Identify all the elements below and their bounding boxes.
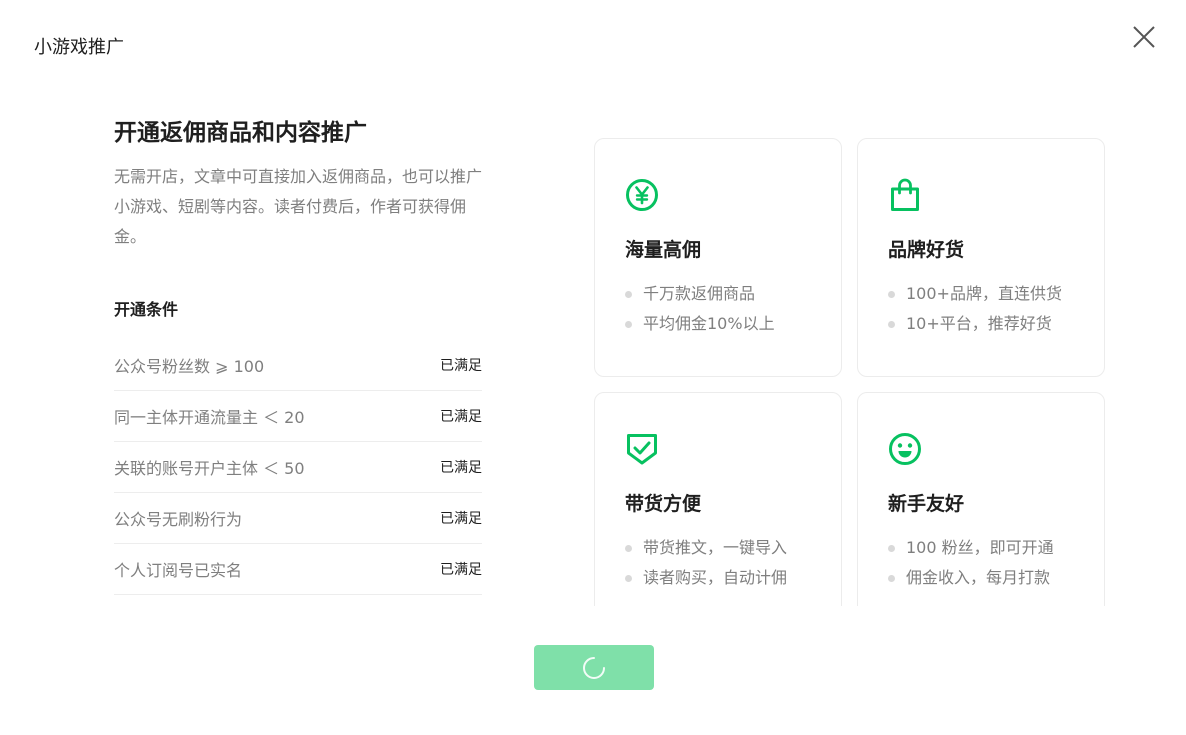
condition-row: 关联的账号开户主体 ＜ 50 已满足 xyxy=(114,442,482,493)
condition-row: 个人订阅号已实名 已满足 xyxy=(114,544,482,595)
condition-label: 同一主体开通流量主 ＜ 20 xyxy=(114,408,305,427)
feature-title: 品牌好货 xyxy=(888,239,965,261)
feature-point: 带货推文，一键导入 xyxy=(625,533,787,563)
condition-label: 个人订阅号已实名 xyxy=(114,561,243,580)
feature-card-high-commission: 海量高佣 千万款返佣商品 平均佣金10%以上 xyxy=(594,138,842,377)
feature-point: 100+品牌，直连供货 xyxy=(888,279,1062,309)
feature-card-easy-selling: 带货方便 带货推文，一键导入 读者购买，自动计佣 xyxy=(594,392,842,606)
condition-label: 公众号无刷粉行为 xyxy=(114,510,243,529)
condition-status: 已满足 xyxy=(440,409,482,425)
feature-points: 100 粉丝，即可开通 佣金收入，每月打款 xyxy=(888,533,1054,593)
condition-row: 同一主体开通流量主 ＜ 20 已满足 xyxy=(114,391,482,442)
condition-status: 已满足 xyxy=(440,511,482,527)
feature-point: 100 粉丝，即可开通 xyxy=(888,533,1054,563)
intro-panel: 开通返佣商品和内容推广 无需开店，文章中可直接加入返佣商品，也可以推广小游戏、短… xyxy=(114,116,482,595)
submit-button[interactable] xyxy=(534,645,654,690)
feature-point: 佣金收入，每月打款 xyxy=(888,563,1054,593)
dialog-title: 小游戏推广 xyxy=(34,37,124,58)
close-button[interactable] xyxy=(1130,23,1158,51)
condition-row: 公众号粉丝数 ⩾ 100 已满足 xyxy=(114,340,482,391)
close-icon xyxy=(1133,26,1155,48)
shopping-bag-icon xyxy=(891,178,919,211)
conditions-list: 公众号粉丝数 ⩾ 100 已满足 同一主体开通流量主 ＜ 20 已满足 关联的账… xyxy=(114,340,482,595)
condition-label: 公众号粉丝数 ⩾ 100 xyxy=(114,357,265,376)
feature-cards[interactable]: 海量高佣 千万款返佣商品 平均佣金10%以上 品牌好货 100+品牌，直连供货 … xyxy=(594,138,1106,606)
intro-description: 无需开店，文章中可直接加入返佣商品，也可以推广小游戏、短剧等内容。读者付费后，作… xyxy=(114,167,483,246)
feature-points: 千万款返佣商品 平均佣金10%以上 xyxy=(625,279,775,339)
feature-points: 带货推文，一键导入 读者购买，自动计佣 xyxy=(625,533,787,593)
condition-label: 关联的账号开户主体 ＜ 50 xyxy=(114,459,305,478)
feature-title: 新手友好 xyxy=(888,493,965,515)
condition-status: 已满足 xyxy=(440,358,482,374)
shield-check-icon xyxy=(627,434,657,465)
conditions-title: 开通条件 xyxy=(114,300,179,319)
feature-point: 平均佣金10%以上 xyxy=(625,309,775,339)
yuan-coin-icon xyxy=(626,179,658,211)
condition-status: 已满足 xyxy=(440,460,482,476)
feature-point: 读者购买，自动计佣 xyxy=(625,563,787,593)
intro-headline: 开通返佣商品和内容推广 xyxy=(114,120,367,146)
feature-title: 带货方便 xyxy=(625,493,702,515)
feature-point: 千万款返佣商品 xyxy=(625,279,775,309)
feature-card-beginner-friendly: 新手友好 100 粉丝，即可开通 佣金收入，每月打款 xyxy=(857,392,1105,606)
condition-row: 公众号无刷粉行为 已满足 xyxy=(114,493,482,544)
feature-title: 海量高佣 xyxy=(625,239,702,261)
feature-card-brand-goods: 品牌好货 100+品牌，直连供货 10+平台，推荐好货 xyxy=(857,138,1105,377)
condition-status: 已满足 xyxy=(440,562,482,578)
feature-points: 100+品牌，直连供货 10+平台，推荐好货 xyxy=(888,279,1062,339)
loading-spinner-icon xyxy=(583,656,605,679)
feature-point: 10+平台，推荐好货 xyxy=(888,309,1062,339)
smiley-face-icon xyxy=(889,433,921,465)
